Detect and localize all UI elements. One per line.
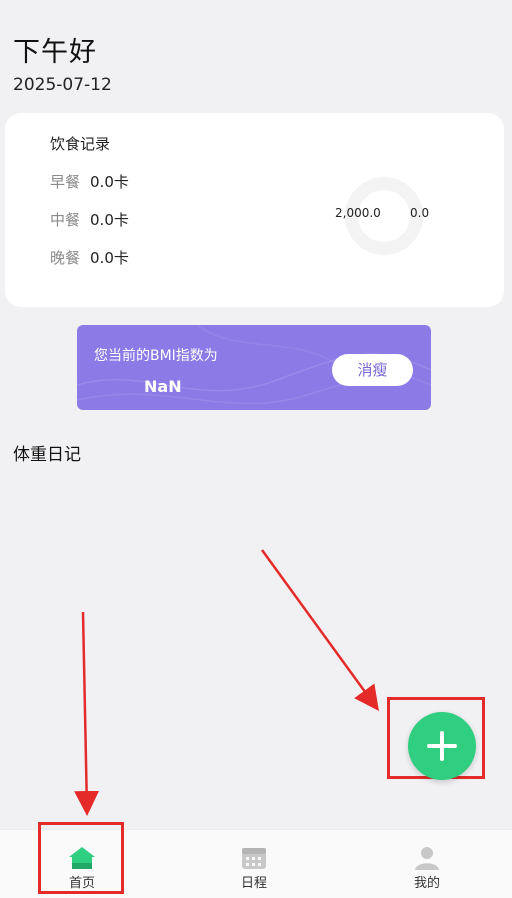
arrow-to-home-tab [74, 611, 100, 816]
bmi-status-button[interactable]: 消瘦 [332, 354, 413, 386]
tab-label: 我的 [413, 876, 440, 891]
diet-record-title: 饮食记录 [50, 135, 111, 153]
meal-value: 0.0卡 [90, 173, 129, 191]
calorie-target-value: 2,000.0 [335, 206, 381, 220]
current-date: 2025-07-12 [13, 75, 112, 95]
meal-label: 早餐 [50, 173, 81, 191]
bmi-label: 您当前的BMI指数为 [94, 348, 218, 364]
meal-value: 0.0卡 [90, 249, 129, 267]
meal-label: 中餐 [50, 211, 81, 229]
tab-profile[interactable]: 我的 [367, 830, 487, 898]
bmi-value: NaN [144, 377, 182, 396]
calorie-intake-value: 0.0 [410, 206, 430, 220]
home-tab-highlight-frame [38, 822, 124, 894]
add-record-button[interactable] [408, 712, 476, 780]
arrow-to-add-button [260, 549, 379, 712]
meal-row-breakfast: 早餐 0.0卡 [50, 171, 129, 192]
tab-label: 日程 [240, 876, 267, 891]
weight-diary-title: 体重日记 [13, 445, 81, 465]
diet-record-card[interactable]: 饮食记录 早餐 0.0卡 中餐 0.0卡 晚餐 0.0卡 2,000.0 0.0 [5, 113, 504, 307]
user-icon [415, 847, 439, 870]
meal-value: 0.0卡 [90, 211, 129, 229]
greeting-title: 下午好 [13, 37, 97, 68]
calendar-icon [242, 848, 266, 869]
meal-row-dinner: 晚餐 0.0卡 [50, 247, 129, 268]
tab-schedule[interactable]: 日程 [194, 830, 314, 898]
meal-label: 晚餐 [50, 249, 81, 267]
meal-row-lunch: 中餐 0.0卡 [50, 209, 129, 230]
bmi-card: 您当前的BMI指数为 NaN 消瘦 [77, 325, 431, 410]
